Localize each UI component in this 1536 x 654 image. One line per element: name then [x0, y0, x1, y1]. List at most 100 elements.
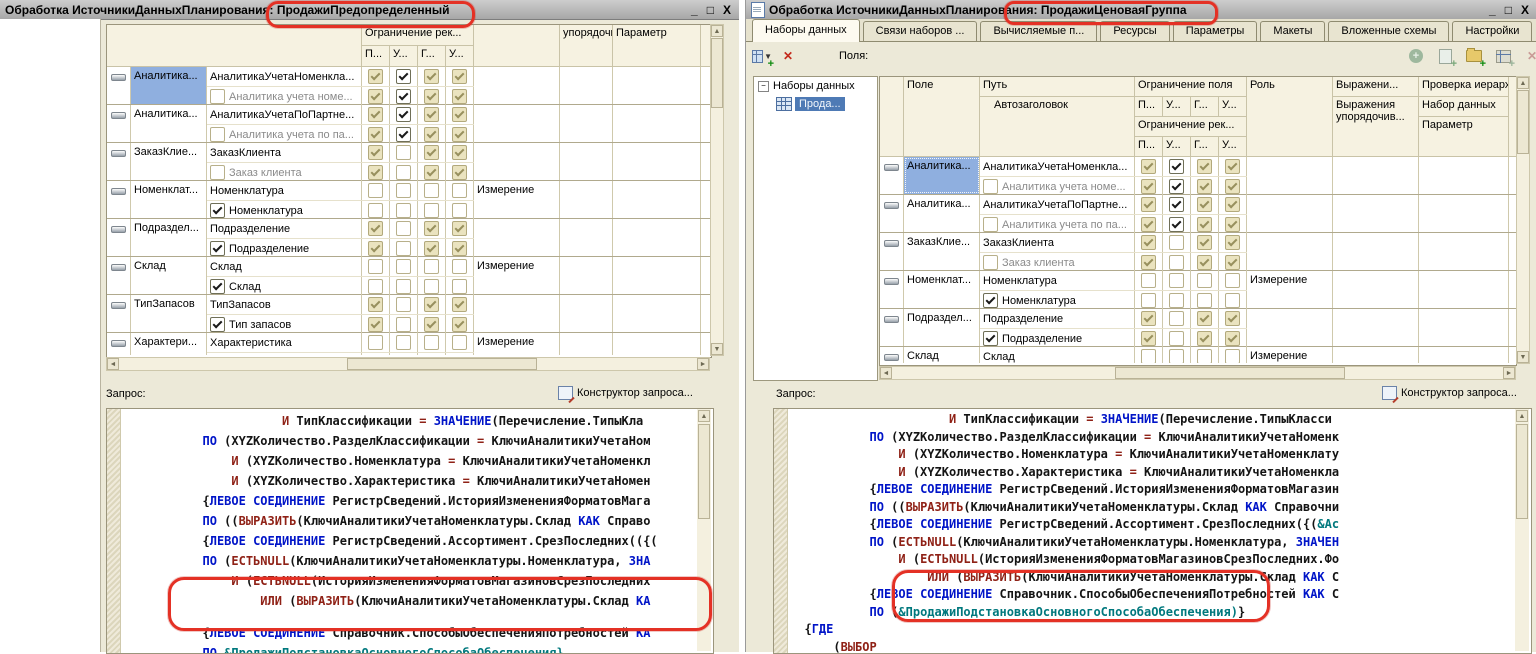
checkbox-cell[interactable]: [362, 143, 390, 162]
row-grip-cell[interactable]: [107, 257, 131, 294]
role-cell[interactable]: Измерение: [474, 257, 560, 294]
scroll-down-icon[interactable]: ▼: [711, 343, 723, 355]
add-folder-icon[interactable]: +: [1464, 46, 1484, 66]
minimize-icon[interactable]: _: [691, 3, 698, 17]
checkbox-unchecked-icon[interactable]: [1225, 349, 1240, 363]
checkbox-cell[interactable]: [446, 219, 474, 238]
checkbox-cell[interactable]: [1191, 157, 1219, 176]
checkbox-cell[interactable]: [1191, 215, 1219, 234]
row-grip-icon[interactable]: [111, 74, 126, 81]
ordering-expression-cell[interactable]: [560, 67, 613, 104]
ordering-expression-cell[interactable]: [1333, 157, 1419, 194]
title-cell[interactable]: Аналитика учета по па...: [207, 125, 362, 144]
checkbox-checked-icon[interactable]: [452, 69, 467, 84]
checkbox-cell[interactable]: [1219, 253, 1247, 272]
path-cell[interactable]: ЗаказКлиента: [207, 143, 362, 162]
checkbox-cell[interactable]: [1191, 195, 1219, 214]
role-cell[interactable]: Измерение: [1247, 347, 1333, 363]
checkbox-checked-icon[interactable]: [424, 317, 439, 332]
checkbox-unchecked-icon[interactable]: [452, 259, 467, 274]
checkbox-cell[interactable]: [362, 219, 390, 238]
row-grip-icon[interactable]: [884, 164, 899, 171]
path-cell[interactable]: Характеристика: [207, 333, 362, 352]
checkbox-unchecked-icon[interactable]: [396, 297, 411, 312]
query-line[interactable]: {ГДЕ: [790, 621, 1515, 639]
parameter-cell[interactable]: [1419, 233, 1509, 270]
title-checkbox-checked-icon[interactable]: [210, 203, 225, 218]
checkbox-cell[interactable]: [1135, 157, 1163, 176]
scroll-up-icon[interactable]: ▲: [1517, 77, 1529, 89]
query-line[interactable]: (ВЫБОР: [790, 639, 1515, 654]
maximize-icon[interactable]: □: [1505, 3, 1512, 17]
scroll-left-icon[interactable]: ◄: [880, 367, 892, 379]
checkbox-cell[interactable]: [1191, 291, 1219, 310]
checkbox-checked-icon[interactable]: [452, 127, 467, 142]
checkbox-checked-icon[interactable]: [1141, 179, 1156, 194]
checkbox-cell[interactable]: [1135, 177, 1163, 196]
checkbox-cell[interactable]: [446, 87, 474, 106]
row-grip-cell[interactable]: [880, 347, 904, 363]
checkbox-unchecked-icon[interactable]: [1225, 293, 1240, 308]
checkbox-cell[interactable]: [362, 295, 390, 314]
checkbox-cell[interactable]: [1163, 253, 1191, 272]
parameter-cell[interactable]: [613, 219, 701, 256]
checkbox-unchecked-icon[interactable]: [396, 165, 411, 180]
checkbox-cell[interactable]: [362, 315, 390, 334]
checkbox-cell[interactable]: [1163, 309, 1191, 328]
checkbox-unchecked-icon[interactable]: [1169, 331, 1184, 346]
maximize-icon[interactable]: □: [707, 3, 714, 17]
checkbox-cell[interactable]: [1219, 195, 1247, 214]
checkbox-checked-icon[interactable]: [368, 297, 383, 312]
checkbox-unchecked-icon[interactable]: [1169, 255, 1184, 270]
field-name-cell[interactable]: Склад: [904, 347, 980, 363]
query-line[interactable]: ПО (ЕСТЬNULL(КлючиАналитикиУчетаНоменкла…: [123, 551, 697, 571]
path-sub-row[interactable]: Номенклатура: [207, 200, 474, 220]
field-row-group[interactable]: ЗаказКлие...ЗаказКлиентаЗаказ клиента: [880, 233, 1516, 271]
field-row-group[interactable]: Номенклат...НоменклатураНоменклатураИзме…: [880, 271, 1516, 309]
parameter-cell[interactable]: [1419, 271, 1509, 308]
left-table-hscrollbar[interactable]: ◄ ►: [106, 357, 710, 371]
checkbox-unchecked-icon[interactable]: [424, 259, 439, 274]
title-cell[interactable]: Подразделение: [207, 239, 362, 258]
tab-5[interactable]: Макеты: [1260, 21, 1325, 41]
checkbox-cell[interactable]: [446, 257, 474, 276]
checkbox-cell[interactable]: [446, 163, 474, 182]
query-line[interactable]: И (XYZКоличество.Характеристика = КлючиА…: [123, 471, 697, 491]
checkbox-cell[interactable]: [390, 67, 418, 86]
checkbox-cell[interactable]: [1191, 271, 1219, 290]
checkbox-cell[interactable]: [418, 201, 446, 220]
field-row-group[interactable]: Характери...ХарактеристикаХарактеристика…: [107, 333, 711, 355]
query-line[interactable]: И ТипКлассификации = ЗНАЧЕНИЕ(Перечислен…: [790, 411, 1515, 429]
checkbox-unchecked-icon[interactable]: [396, 241, 411, 256]
path-main-row[interactable]: ТипЗапасов: [207, 295, 474, 314]
path-main-row[interactable]: ЗаказКлиента: [980, 233, 1247, 252]
checkbox-checked-icon[interactable]: [368, 221, 383, 236]
checkbox-checked-icon[interactable]: [452, 107, 467, 122]
title-cell[interactable]: Подразделение: [980, 329, 1135, 348]
path-main-row[interactable]: АналитикаУчетаНоменкла...: [207, 67, 474, 86]
ordering-expression-cell[interactable]: [560, 219, 613, 256]
checkbox-cell[interactable]: [446, 239, 474, 258]
role-cell[interactable]: [474, 143, 560, 180]
path-cell[interactable]: Подразделение: [980, 309, 1135, 328]
checkbox-cell[interactable]: [418, 277, 446, 296]
role-cell[interactable]: [474, 219, 560, 256]
scroll-right-icon[interactable]: ►: [697, 358, 709, 370]
checkbox-checked-icon[interactable]: [452, 241, 467, 256]
row-grip-icon[interactable]: [111, 226, 126, 233]
path-sub-row[interactable]: Заказ клиента: [980, 252, 1247, 272]
checkbox-checked-icon[interactable]: [396, 69, 411, 84]
scroll-up-icon[interactable]: ▲: [698, 410, 710, 422]
query-line[interactable]: И ТипКлассификации = ЗНАЧЕНИЕ(Перечислен…: [123, 411, 697, 431]
row-grip-icon[interactable]: [111, 150, 126, 157]
checkbox-cell[interactable]: [1219, 329, 1247, 348]
checkbox-cell[interactable]: [362, 163, 390, 182]
row-grip-cell[interactable]: [880, 309, 904, 346]
path-cell[interactable]: ЗаказКлиента: [980, 233, 1135, 252]
field-row-group[interactable]: Аналитика...АналитикаУчетаНоменкла...Ана…: [880, 157, 1516, 195]
role-cell[interactable]: [474, 295, 560, 332]
path-cell[interactable]: АналитикаУчетаПоПартне...: [207, 105, 362, 124]
title-checkbox-unchecked-icon[interactable]: [983, 217, 998, 232]
checkbox-unchecked-icon[interactable]: [1169, 349, 1184, 363]
checkbox-cell[interactable]: [1191, 309, 1219, 328]
